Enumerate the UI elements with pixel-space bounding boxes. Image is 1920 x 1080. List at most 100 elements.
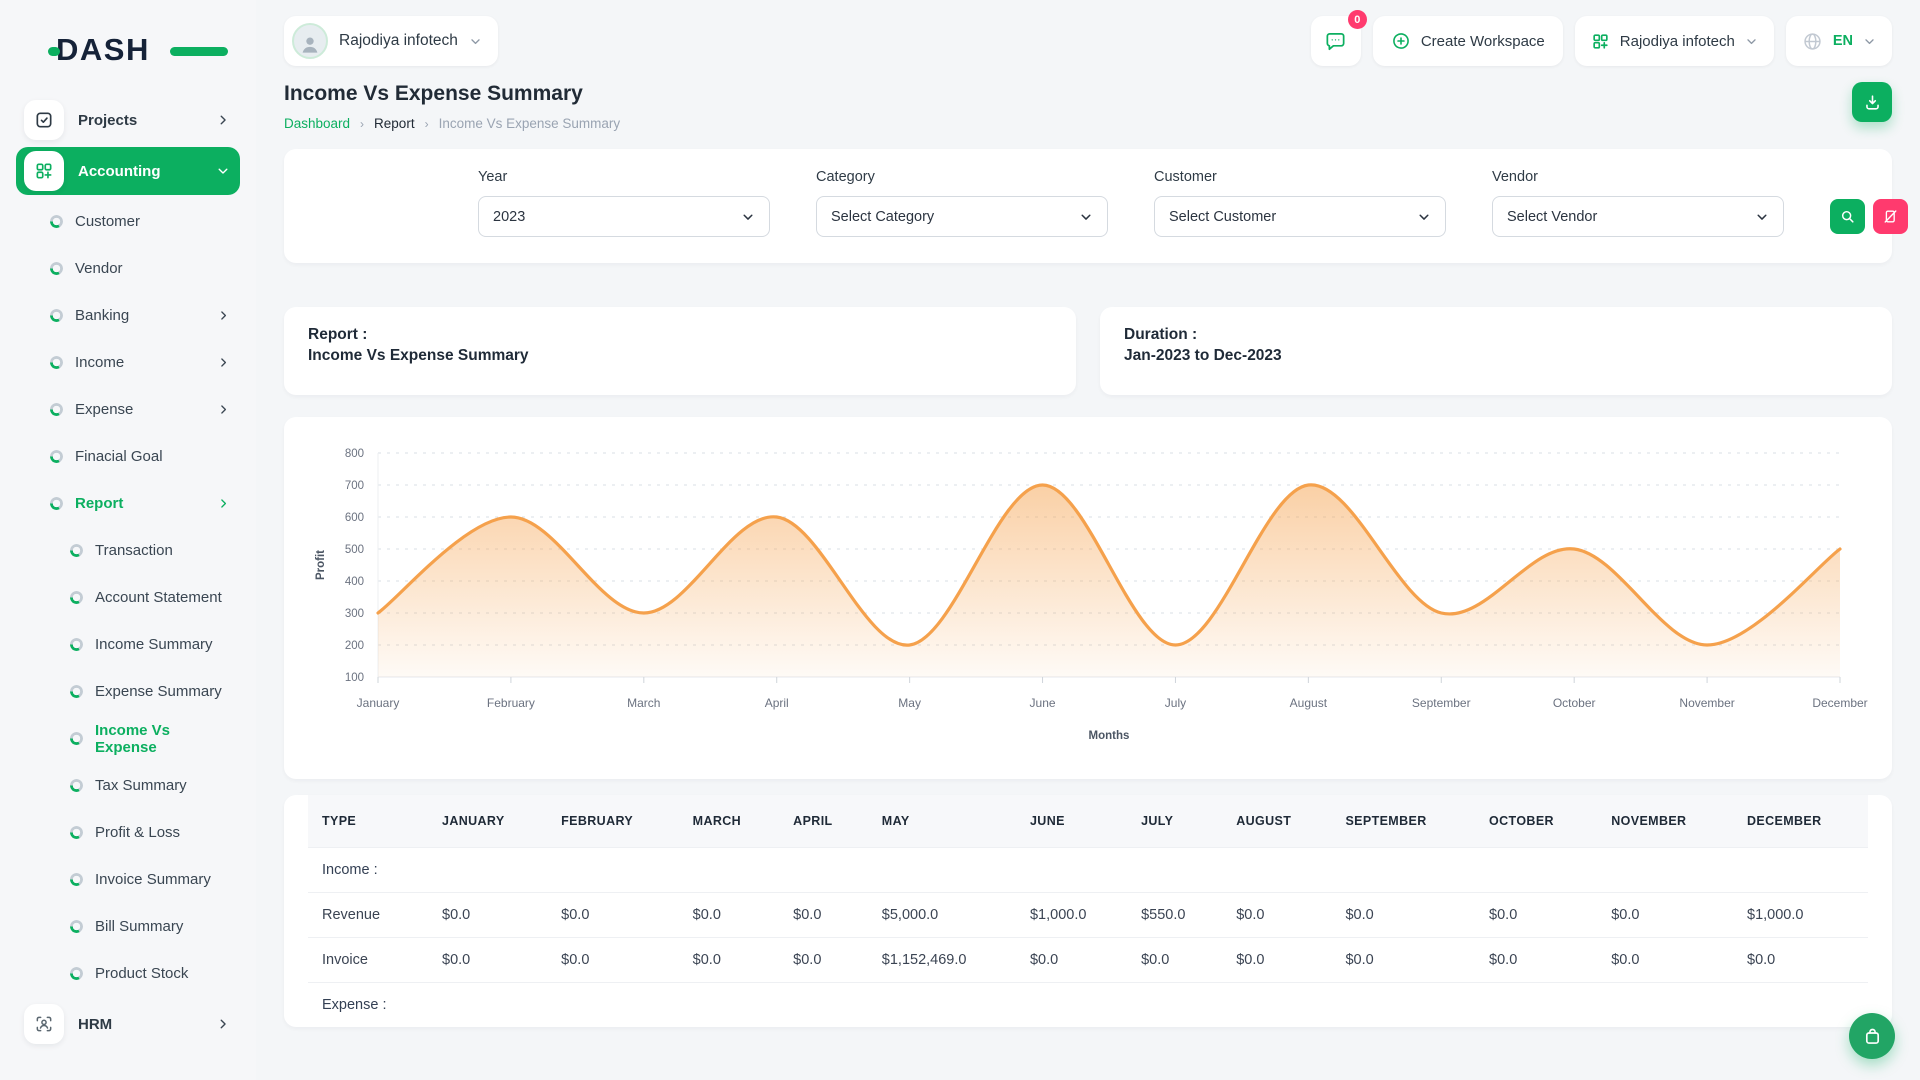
main-content: Rajodiya infotech 0 Create Workspace Raj… [256, 0, 1920, 1027]
svg-text:October: October [1553, 696, 1596, 710]
svg-text:June: June [1030, 696, 1056, 710]
year-label: Year [478, 169, 770, 185]
breadcrumb: Dashboard › Report › Income Vs Expense S… [284, 116, 620, 131]
cell: $0.0 [679, 938, 780, 983]
cell: $550.0 [1127, 893, 1222, 938]
create-workspace-button[interactable]: Create Workspace [1373, 16, 1563, 66]
table-section-row-expense: Expense : [308, 983, 1868, 1028]
filter-bar: Year 2023 Category Select Category Custo… [284, 149, 1892, 263]
duration-card-title: Duration : [1124, 326, 1868, 344]
vendor-select[interactable]: Select Vendor [1492, 196, 1784, 237]
sidebar-item-label: Product Stock [95, 965, 188, 982]
column-header: SEPTEMBER [1331, 795, 1475, 848]
workspace-pill-name: Rajodiya infotech [339, 32, 458, 50]
cell: $0.0 [428, 938, 547, 983]
cell: $0.0 [1222, 893, 1331, 938]
grid-plus-icon [24, 151, 64, 191]
sidebar-item-hrm[interactable]: HRM [16, 1000, 240, 1048]
sidebar-item-accounting[interactable]: Accounting [16, 147, 240, 195]
sidebar-item-transaction[interactable]: Transaction [16, 527, 240, 574]
bullet-ring-icon [70, 544, 83, 557]
column-header: DECEMBER [1733, 795, 1868, 848]
language-code: EN [1833, 33, 1853, 49]
workspace-user-pill[interactable]: Rajodiya infotech [284, 16, 498, 66]
bullet-ring-icon [50, 309, 63, 322]
sidebar-item-label: Profit & Loss [95, 824, 180, 841]
apply-filter-button[interactable] [1830, 199, 1865, 234]
logo-dash-icon [170, 47, 228, 56]
messages-button[interactable]: 0 [1311, 16, 1361, 66]
workspace-dropdown-name: Rajodiya infotech [1620, 33, 1735, 50]
row-label: Invoice [308, 938, 428, 983]
sidebar-item-vendor[interactable]: Vendor [16, 245, 240, 292]
cell: $0.0 [1222, 938, 1331, 983]
vendor-select-value: Select Vendor [1507, 209, 1597, 225]
breadcrumb-current: Income Vs Expense Summary [439, 116, 621, 131]
svg-text:March: March [627, 696, 660, 710]
sidebar-item-label: Projects [78, 112, 137, 129]
cell: $0.0 [1331, 893, 1475, 938]
sidebar-item-label: Tax Summary [95, 777, 187, 794]
reset-filter-button[interactable] [1873, 199, 1908, 234]
customer-select[interactable]: Select Customer [1154, 196, 1446, 237]
duration-card-value: Jan-2023 to Dec-2023 [1124, 347, 1868, 365]
svg-text:600: 600 [345, 512, 364, 524]
sidebar-item-label: HRM [78, 1016, 112, 1033]
chevron-down-icon [1745, 35, 1758, 48]
breadcrumb-dashboard[interactable]: Dashboard [284, 116, 350, 131]
sidebar-item-invoice-summary[interactable]: Invoice Summary [16, 856, 240, 903]
workspace-dropdown[interactable]: Rajodiya infotech [1575, 16, 1774, 66]
column-header: MARCH [679, 795, 780, 848]
svg-text:December: December [1812, 696, 1867, 710]
sidebar-item-income-vs-expense[interactable]: Income Vs Expense [16, 715, 240, 762]
sidebar-item-account-statement[interactable]: Account Statement [16, 574, 240, 621]
svg-text:300: 300 [345, 608, 364, 620]
sidebar-item-expense[interactable]: Expense [16, 386, 240, 433]
report-summary-card: Report : Income Vs Expense Summary [284, 307, 1076, 395]
sidebar-item-label: Income [75, 354, 124, 371]
chevron-down-icon [741, 210, 755, 224]
sidebar: DASH Projects Accounting Customer Vendor [0, 0, 256, 1080]
sidebar-item-finacial-goal[interactable]: Finacial Goal [16, 433, 240, 480]
cell: $0.0 [1331, 938, 1475, 983]
sidebar-item-tax-summary[interactable]: Tax Summary [16, 762, 240, 809]
column-header: JULY [1127, 795, 1222, 848]
sidebar-item-profit-loss[interactable]: Profit & Loss [16, 809, 240, 856]
sidebar-item-banking[interactable]: Banking [16, 292, 240, 339]
svg-text:July: July [1165, 696, 1186, 710]
svg-text:May: May [898, 696, 921, 710]
svg-text:February: February [487, 696, 535, 710]
sidebar-item-product-stock[interactable]: Product Stock [16, 950, 240, 997]
shopping-bag-fab[interactable] [1849, 1013, 1895, 1059]
cell: $0.0 [1597, 893, 1733, 938]
svg-text:August: August [1290, 696, 1328, 710]
cell: $0.0 [679, 893, 780, 938]
sidebar-item-bill-summary[interactable]: Bill Summary [16, 903, 240, 950]
customer-label: Customer [1154, 169, 1446, 185]
sidebar-item-label: Report [75, 495, 123, 512]
filter-actions [1830, 199, 1908, 234]
bullet-ring-icon [50, 450, 63, 463]
download-button[interactable] [1852, 82, 1892, 122]
sidebar-item-projects[interactable]: Projects [16, 96, 240, 144]
bullet-ring-icon [70, 826, 83, 839]
sidebar-nav: Projects Accounting Customer Vendor Bank… [16, 96, 240, 1048]
sidebar-item-expense-summary[interactable]: Expense Summary [16, 668, 240, 715]
sidebar-item-customer[interactable]: Customer [16, 198, 240, 245]
category-select[interactable]: Select Category [816, 196, 1108, 237]
table-header-row: TYPE JANUARY FEBRUARY MARCH APRIL MAY JU… [308, 795, 1868, 848]
language-dropdown[interactable]: EN [1786, 16, 1892, 66]
column-header: MAY [868, 795, 1016, 848]
sidebar-item-income-summary[interactable]: Income Summary [16, 621, 240, 668]
sidebar-item-report[interactable]: Report [16, 480, 240, 527]
year-select[interactable]: 2023 [478, 196, 770, 237]
breadcrumb-report[interactable]: Report [374, 116, 415, 131]
plus-circle-icon [1391, 31, 1411, 51]
cell: $0.0 [1016, 938, 1127, 983]
sidebar-item-label: Expense Summary [95, 683, 222, 700]
column-header: APRIL [779, 795, 868, 848]
cell: $0.0 [1597, 938, 1733, 983]
sidebar-item-income[interactable]: Income [16, 339, 240, 386]
row-label: Revenue [308, 893, 428, 938]
income-expense-table: TYPE JANUARY FEBRUARY MARCH APRIL MAY JU… [308, 795, 1868, 1027]
